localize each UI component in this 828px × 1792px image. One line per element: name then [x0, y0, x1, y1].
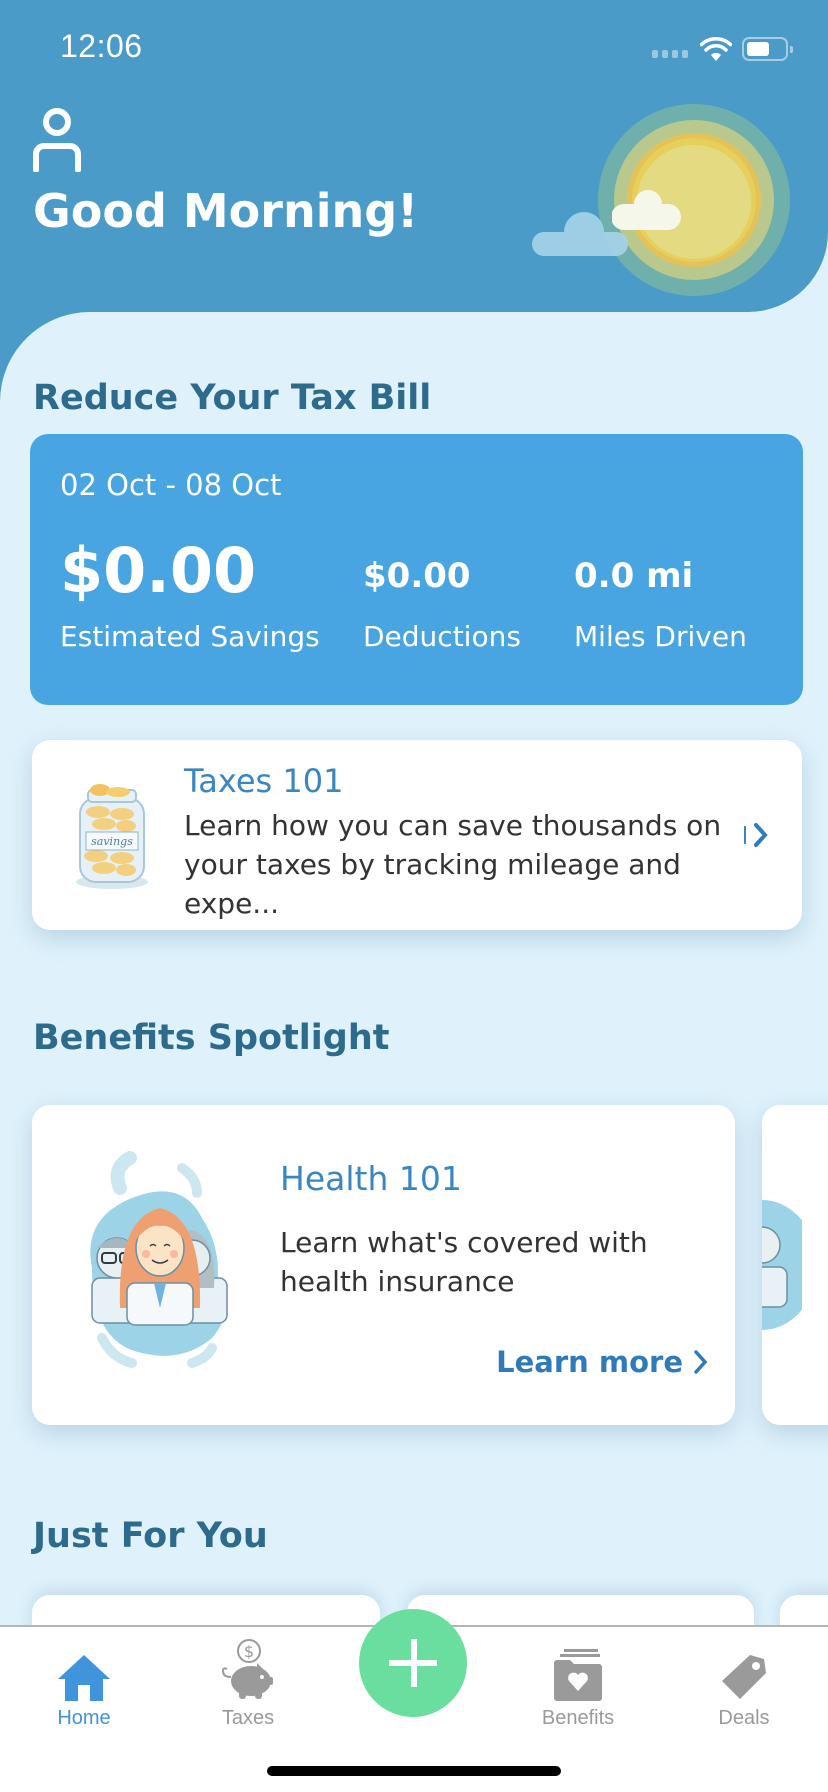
status-time: 12:06: [60, 28, 143, 64]
savings-summary-card[interactable]: 02 Oct - 08 Oct $0.00 $0.00 0.0 mi Estim…: [30, 434, 803, 705]
tab-label: Home: [57, 1707, 111, 1729]
greeting-title: Good Morning!: [33, 184, 419, 238]
tab-taxes[interactable]: $ Taxes: [188, 1639, 308, 1730]
tab-label: Benefits: [541, 1707, 615, 1729]
svg-text:$: $: [244, 1642, 254, 1661]
benefit-card-next[interactable]: [762, 1105, 828, 1425]
tab-label: Deals: [718, 1707, 770, 1729]
taxes-101-description: Learn how you can save thousands on your…: [184, 809, 722, 920]
folder-heart-icon: [554, 1649, 602, 1701]
learn-more-label: Learn more: [496, 1345, 683, 1379]
medical-team-illustration: [90, 1151, 228, 1368]
taxes-101-card[interactable]: savings Taxes 101 Learn how you can save…: [32, 740, 802, 930]
section-title-benefits: Benefits Spotlight: [33, 1018, 390, 1058]
tag-icon: [722, 1655, 766, 1699]
tab-label: Taxes: [221, 1707, 275, 1729]
health-101-title: Health 101: [280, 1159, 462, 1198]
piggy-bank-icon: $: [221, 1639, 273, 1699]
date-range: 02 Oct - 08 Oct: [60, 468, 282, 502]
cellular-signal-icon: [652, 50, 688, 58]
person-icon[interactable]: [32, 108, 92, 172]
deductions-label: Deductions: [363, 620, 521, 653]
tab-benefits[interactable]: Benefits: [518, 1639, 638, 1730]
chevron-right-icon[interactable]: [742, 820, 772, 850]
benefit-illustration: [762, 1200, 802, 1330]
estimated-savings-value: $0.00: [60, 534, 257, 607]
taxes-101-title: Taxes 101: [184, 762, 344, 800]
section-title-just-for-you: Just For You: [33, 1516, 268, 1556]
miles-value: 0.0 mi: [574, 556, 694, 596]
tab-deals[interactable]: Deals: [684, 1639, 804, 1730]
home-indicator: [267, 1766, 561, 1776]
chevron-right-icon: [694, 1350, 708, 1374]
miles-label: Miles Driven: [574, 620, 747, 653]
section-title-tax: Reduce Your Tax Bill: [33, 378, 432, 418]
tab-home[interactable]: Home: [24, 1639, 144, 1730]
battery-icon: [742, 37, 793, 61]
add-button[interactable]: [359, 1609, 467, 1717]
health-101-description: Learn what's covered with health insuran…: [280, 1226, 648, 1298]
wifi-icon: [700, 37, 732, 61]
learn-more-link[interactable]: Learn more: [496, 1345, 709, 1379]
savings-jar-icon: savings: [76, 784, 148, 889]
cloud-icon: [612, 190, 681, 230]
jar-label: savings: [91, 835, 133, 848]
estimated-savings-label: Estimated Savings: [60, 620, 320, 653]
home-icon: [58, 1655, 110, 1701]
health-101-card[interactable]: Health 101 Learn what's covered with hea…: [32, 1105, 735, 1425]
deductions-value: $0.00: [363, 556, 471, 596]
